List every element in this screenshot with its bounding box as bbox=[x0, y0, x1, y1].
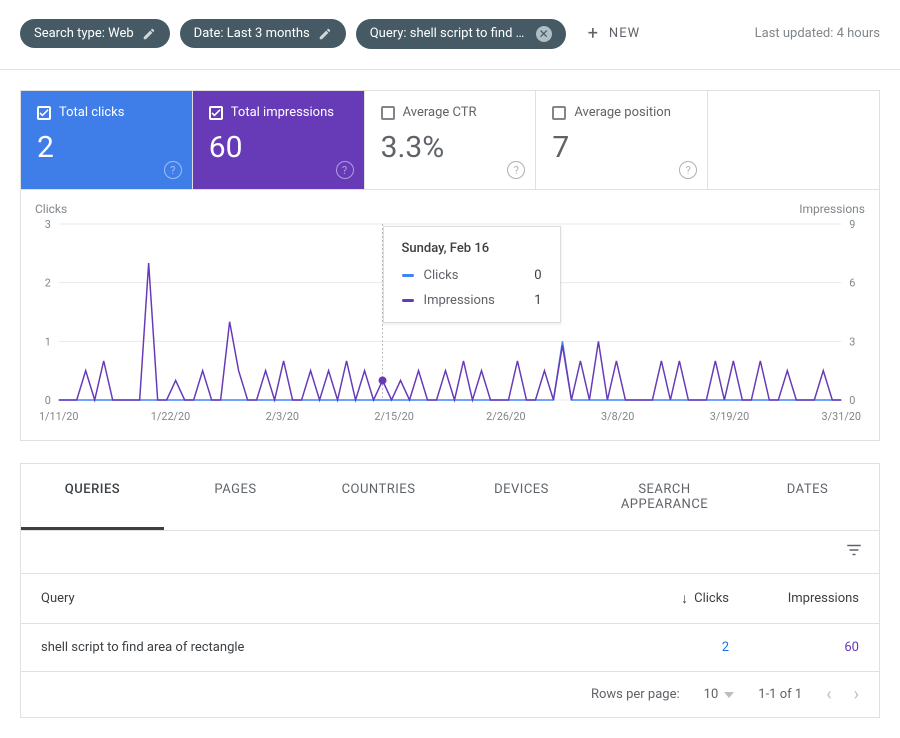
plus-icon: + bbox=[588, 23, 599, 44]
edit-icon bbox=[318, 27, 332, 41]
help-icon[interactable]: ? bbox=[679, 161, 697, 179]
svg-text:9: 9 bbox=[849, 218, 855, 231]
filter-bar: Search type: Web Date: Last 3 months Que… bbox=[0, 0, 900, 70]
header-query[interactable]: Query bbox=[41, 591, 619, 606]
help-icon[interactable]: ? bbox=[336, 161, 354, 179]
metric-label: Average position bbox=[574, 105, 671, 120]
left-axis-label: Clicks bbox=[35, 202, 67, 216]
svg-text:2/26/20: 2/26/20 bbox=[486, 410, 525, 423]
cell-impressions: 60 bbox=[729, 640, 859, 655]
prev-page-button[interactable]: ‹ bbox=[826, 684, 831, 705]
metric-value: 3.3% bbox=[381, 130, 522, 165]
last-updated-text: Last updated: 4 hours bbox=[755, 26, 880, 41]
checkbox-unchecked-icon bbox=[552, 106, 566, 120]
svg-text:0: 0 bbox=[45, 394, 51, 407]
cell-query: shell script to find area of rectangle bbox=[41, 640, 619, 655]
tab-queries[interactable]: QUERIES bbox=[21, 464, 164, 530]
svg-text:1/11/20: 1/11/20 bbox=[39, 410, 78, 423]
tab-devices[interactable]: DEVICES bbox=[450, 464, 593, 530]
right-axis-label: Impressions bbox=[799, 202, 865, 216]
data-table-section: QUERIESPAGESCOUNTRIESDEVICESSEARCH APPEA… bbox=[20, 463, 880, 718]
chip-label: Date: Last 3 months bbox=[194, 26, 310, 41]
table-header-row: Query ↓ Clicks Impressions bbox=[21, 574, 879, 624]
header-impressions[interactable]: Impressions bbox=[729, 591, 859, 606]
tab-search-appearance[interactable]: SEARCH APPEARANCE bbox=[593, 464, 736, 530]
svg-text:2/3/20: 2/3/20 bbox=[266, 410, 299, 423]
table-body: shell script to find area of rectangle26… bbox=[21, 624, 879, 672]
sort-descending-icon: ↓ bbox=[681, 590, 688, 607]
tab-dates[interactable]: DATES bbox=[736, 464, 879, 530]
page-range: 1-1 of 1 bbox=[758, 687, 802, 702]
tooltip-impressions-label: Impressions bbox=[424, 293, 525, 308]
table-row[interactable]: shell script to find area of rectangle26… bbox=[21, 624, 879, 672]
metric-label: Average CTR bbox=[403, 105, 477, 120]
metric-card-total-clicks[interactable]: Total clicks 2 ? bbox=[21, 91, 193, 189]
filter-icon[interactable] bbox=[845, 541, 863, 563]
metric-value: 7 bbox=[552, 130, 693, 165]
svg-text:1/22/20: 1/22/20 bbox=[151, 410, 190, 423]
tooltip-clicks-label: Clicks bbox=[424, 268, 525, 283]
pagination: Rows per page: 10 1-1 of 1 ‹ › bbox=[21, 672, 879, 717]
svg-text:3/19/20: 3/19/20 bbox=[710, 410, 749, 423]
svg-text:2/15/20: 2/15/20 bbox=[374, 410, 413, 423]
checkbox-checked-icon bbox=[37, 106, 51, 120]
svg-text:0: 0 bbox=[849, 394, 855, 407]
svg-text:2: 2 bbox=[45, 277, 51, 290]
svg-text:6: 6 bbox=[849, 277, 855, 290]
svg-text:3: 3 bbox=[849, 335, 855, 348]
filter-chip-query[interactable]: Query: shell script to find area of … ✕ bbox=[356, 19, 566, 49]
chip-label: Search type: Web bbox=[34, 26, 134, 41]
tooltip-date: Sunday, Feb 16 bbox=[402, 241, 542, 256]
metric-card-average-position[interactable]: Average position 7 ? bbox=[536, 91, 708, 189]
help-icon[interactable]: ? bbox=[164, 161, 182, 179]
metric-value: 60 bbox=[209, 130, 350, 165]
metric-cards: Total clicks 2 ? Total impressions 60 ? … bbox=[20, 90, 880, 190]
metric-card-spacer bbox=[708, 91, 879, 189]
help-icon[interactable]: ? bbox=[507, 161, 525, 179]
metric-label: Total impressions bbox=[231, 105, 334, 120]
svg-text:1: 1 bbox=[45, 335, 51, 348]
rows-per-page-select[interactable]: 10 bbox=[704, 687, 735, 702]
chevron-down-icon bbox=[724, 692, 734, 698]
new-label: NEW bbox=[609, 26, 640, 41]
new-filter-button[interactable]: + NEW bbox=[576, 16, 652, 51]
chart-area[interactable]: Clicks Impressions 0 0 1 3 2 6 3 9 1/11/20 1/22/2… bbox=[20, 190, 880, 441]
header-clicks[interactable]: ↓ Clicks bbox=[619, 590, 729, 607]
filter-chip-search-type[interactable]: Search type: Web bbox=[20, 19, 170, 48]
next-page-button[interactable]: › bbox=[854, 684, 859, 705]
tab-countries[interactable]: COUNTRIES bbox=[307, 464, 450, 530]
filter-chips: Search type: Web Date: Last 3 months Que… bbox=[20, 16, 755, 51]
tab-pages[interactable]: PAGES bbox=[164, 464, 307, 530]
filter-chip-date[interactable]: Date: Last 3 months bbox=[180, 19, 346, 48]
chart-tooltip: Sunday, Feb 16 Clicks 0 Impressions 1 bbox=[383, 226, 561, 323]
table-tabs: QUERIESPAGESCOUNTRIESDEVICESSEARCH APPEA… bbox=[21, 464, 879, 531]
tooltip-impressions-value: 1 bbox=[534, 293, 541, 308]
metric-card-average-ctr[interactable]: Average CTR 3.3% ? bbox=[365, 91, 537, 189]
chip-label: Query: shell script to find area of … bbox=[370, 26, 528, 41]
checkbox-checked-icon bbox=[209, 106, 223, 120]
svg-text:3/31/20: 3/31/20 bbox=[822, 410, 861, 423]
close-icon[interactable]: ✕ bbox=[536, 26, 552, 42]
edit-icon bbox=[142, 27, 156, 41]
cell-clicks: 2 bbox=[619, 640, 729, 655]
metric-label: Total clicks bbox=[59, 105, 124, 120]
tooltip-clicks-value: 0 bbox=[534, 268, 541, 283]
metric-card-total-impressions[interactable]: Total impressions 60 ? bbox=[193, 91, 365, 189]
metric-value: 2 bbox=[37, 130, 178, 165]
svg-text:3/8/20: 3/8/20 bbox=[601, 410, 634, 423]
svg-text:3: 3 bbox=[45, 218, 51, 231]
legend-impressions-icon bbox=[402, 299, 414, 302]
checkbox-unchecked-icon bbox=[381, 106, 395, 120]
legend-clicks-icon bbox=[402, 274, 414, 277]
rows-per-page-label: Rows per page: bbox=[591, 687, 680, 702]
